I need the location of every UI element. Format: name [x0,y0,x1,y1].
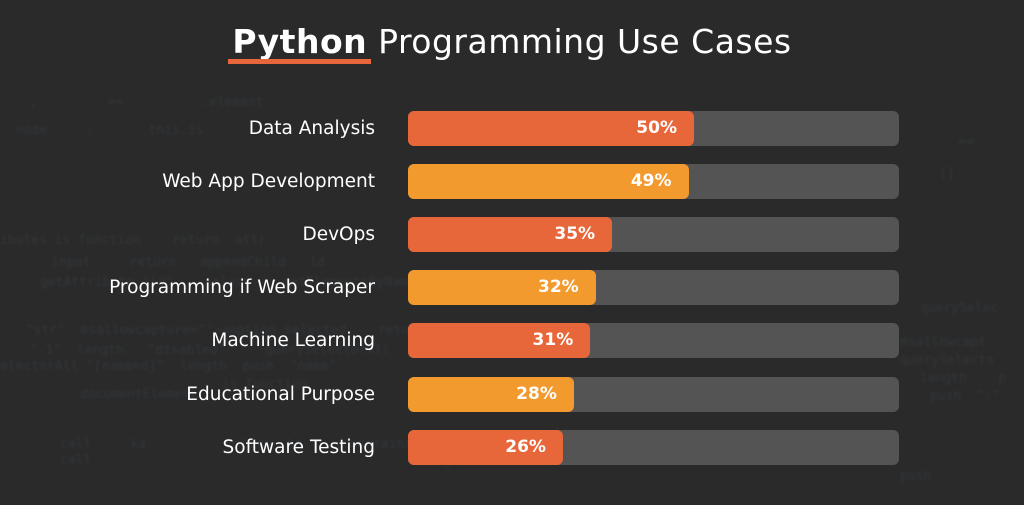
category-label: Programming if Web Scraper [109,277,375,299]
bar-track: 49% [408,164,899,200]
value-label: 32% [538,277,579,298]
bar-track: 35% [408,217,899,253]
bar-track: 50% [408,111,899,146]
bar-row: Programming if Web Scraper 32% [0,270,1024,306]
category-label: Educational Purpose [186,383,375,405]
category-label: DevOps [302,224,375,246]
bar-row: Web App Development 49% [0,164,1024,200]
category-label: Data Analysis [248,118,375,139]
bar-row: Data Analysis 50% [0,111,1024,147]
value-label: 35% [554,224,596,245]
value-label: 50% [636,118,677,138]
value-label: 28% [516,383,557,404]
bar-row: DevOps 35% [0,217,1024,253]
value-label: 26% [505,436,546,457]
bar-track: 31% [408,323,899,359]
category-label: Software Testing [222,436,375,458]
bar-track: 26% [408,429,899,465]
category-label: Web App Development [162,171,375,193]
chart-title: Python Programming Use Cases [0,22,1024,64]
value-label: 49% [630,171,672,192]
category-label: Machine Learning [211,330,375,352]
bar-track: 32% [408,270,899,306]
bar-row: Educational Purpose 28% [0,376,1024,413]
title-rest: Programming Use Cases [378,22,792,61]
bar-track: 28% [408,376,899,412]
title-highlight: Python [228,22,371,64]
bar-row: Machine Learning 31% [0,323,1024,359]
bar-row: Software Testing 26% [0,429,1024,466]
value-label: 31% [532,330,574,351]
